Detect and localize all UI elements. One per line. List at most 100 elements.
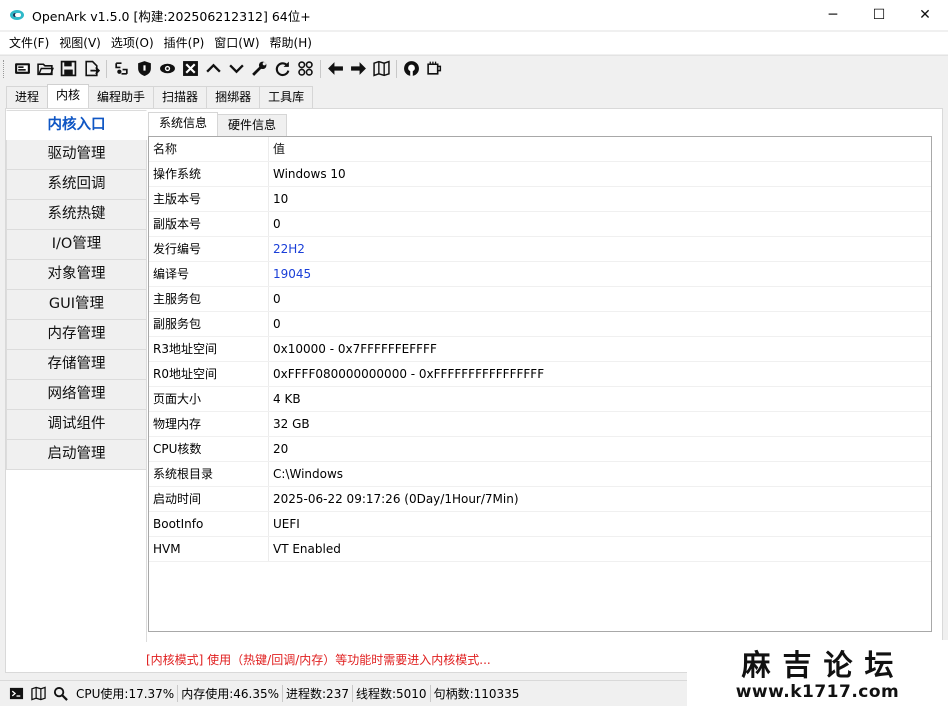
refresh-icon[interactable] (271, 58, 294, 80)
table-row[interactable]: 启动时间 2025-06-22 09:17:26 (0Day/1Hour/7Min… (149, 487, 931, 512)
row-name: 系统根目录 (149, 462, 269, 486)
tab-toolkit[interactable]: 工具库 (259, 86, 314, 108)
table-row[interactable]: 系统根目录 C:\Windows (149, 462, 931, 487)
row-value: C:\Windows (273, 467, 344, 481)
side-item-io[interactable]: I/O管理 (6, 230, 147, 260)
kill-icon[interactable] (179, 58, 202, 80)
side-item-startup[interactable]: 启动管理 (6, 440, 147, 470)
map-icon[interactable] (370, 58, 393, 80)
menu-view[interactable]: 视图(V) (54, 33, 106, 53)
grid-icon[interactable] (294, 58, 317, 80)
cup-icon[interactable] (423, 58, 446, 80)
export-icon[interactable] (80, 58, 103, 80)
side-item-hotkey[interactable]: 系统热键 (6, 200, 147, 230)
row-value: 0 (273, 292, 281, 306)
minimize-button[interactable]: ─ (810, 0, 856, 30)
row-value: 19045 (273, 267, 312, 281)
table-row[interactable]: 操作系统 Windows 10 (149, 162, 931, 187)
system-info-table[interactable]: 名称 值 操作系统 Windows 10 主版本号 10 副版本号 0 发行编号 22H2 编译… (148, 136, 932, 632)
side-item-debug[interactable]: 调试组件 (6, 410, 147, 440)
row-value: 2025-06-22 09:17:26 (0Day/1Hour/7Min) (273, 492, 519, 506)
side-item-kernel-entry[interactable]: 内核入口 (6, 110, 147, 140)
menu-help[interactable]: 帮助(H) (265, 33, 317, 53)
row-name: 启动时间 (149, 487, 269, 511)
table-row[interactable]: 副服务包 0 (149, 312, 931, 337)
cpu-usage: CPU使用:17.37% (73, 685, 179, 702)
side-nav-empty-area (6, 470, 147, 642)
row-value: 22H2 (273, 242, 305, 256)
table-row[interactable]: 物理内存 32 GB (149, 412, 931, 437)
side-item-callback[interactable]: 系统回调 (6, 170, 147, 200)
row-name: R0地址空间 (149, 362, 269, 386)
row-value: Windows 10 (273, 167, 346, 181)
side-item-driver[interactable]: 驱动管理 (6, 140, 147, 170)
column-header-name[interactable]: 名称 (149, 137, 269, 161)
row-name: 副版本号 (149, 212, 269, 236)
toolbar-grip[interactable] (3, 59, 6, 78)
tab-bundler[interactable]: 捆绑器 (206, 86, 261, 108)
search-icon[interactable] (51, 685, 69, 703)
tab-system-info[interactable]: 系统信息 (148, 112, 219, 136)
toolbar (0, 55, 948, 81)
side-item-storage[interactable]: 存储管理 (6, 350, 147, 380)
table-row[interactable]: 副版本号 0 (149, 212, 931, 237)
table-row[interactable]: 页面大小 4 KB (149, 387, 931, 412)
app-logo-icon (9, 7, 25, 23)
row-value: UEFI (273, 517, 300, 531)
back-icon[interactable] (324, 58, 347, 80)
menu-bar: 文件(F) 视图(V) 选项(O) 插件(P) 窗口(W) 帮助(H) (0, 32, 948, 54)
table-row[interactable]: R3地址空间 0x10000 - 0x7FFFFFFEFFFF (149, 337, 931, 362)
down-icon[interactable] (225, 58, 248, 80)
side-item-network[interactable]: 网络管理 (6, 380, 147, 410)
process-count: 进程数:237 (283, 685, 353, 702)
side-item-object[interactable]: 对象管理 (6, 260, 147, 290)
handle-count: 句柄数:110335 (433, 687, 520, 701)
row-name: 发行编号 (149, 237, 269, 261)
column-header-value[interactable]: 值 (269, 137, 285, 161)
row-name: BootInfo (149, 512, 269, 536)
title-bar: OpenArk v1.5.0 [构建:202506212312] 64位+ ─ … (0, 0, 948, 30)
table-row[interactable]: HVM VT Enabled (149, 537, 931, 562)
window-title: OpenArk v1.5.0 [构建:202506212312] 64位+ (32, 8, 311, 24)
table-row[interactable]: CPU核数 20 (149, 437, 931, 462)
row-name: CPU核数 (149, 437, 269, 461)
table-row[interactable]: 发行编号 22H2 (149, 237, 931, 262)
map-icon[interactable] (29, 685, 47, 703)
github-icon[interactable] (400, 58, 423, 80)
tab-hardware-info[interactable]: 硬件信息 (217, 114, 288, 136)
menu-window[interactable]: 窗口(W) (209, 33, 264, 53)
link-icon[interactable] (110, 58, 133, 80)
row-value: 4 KB (273, 392, 301, 406)
table-row[interactable]: 主版本号 10 (149, 187, 931, 212)
up-icon[interactable] (202, 58, 225, 80)
tab-coding-assistant[interactable]: 编程助手 (88, 86, 155, 108)
side-item-memory[interactable]: 内存管理 (6, 320, 147, 350)
maximize-button[interactable]: ☐ (856, 0, 902, 30)
row-name: HVM (149, 537, 269, 561)
memory-usage: 内存使用:46.35% (178, 685, 284, 702)
table-row[interactable]: 编译号 19045 (149, 262, 931, 287)
open-folder-icon[interactable] (34, 58, 57, 80)
menu-plugins[interactable]: 插件(P) (159, 33, 210, 53)
table-row[interactable]: R0地址空间 0xFFFF080000000000 - 0xFFFFFFFFFFF… (149, 362, 931, 387)
forward-icon[interactable] (347, 58, 370, 80)
row-name: 页面大小 (149, 387, 269, 411)
tab-scanner[interactable]: 扫描器 (153, 86, 208, 108)
window-controls: ─ ☐ ✕ (810, 0, 948, 30)
terminal-icon[interactable] (7, 685, 25, 703)
shield-icon[interactable] (133, 58, 156, 80)
tab-kernel[interactable]: 内核 (47, 84, 90, 108)
close-button[interactable]: ✕ (902, 0, 948, 30)
eye-icon[interactable] (156, 58, 179, 80)
menu-file[interactable]: 文件(F) (4, 33, 54, 53)
table-row[interactable]: 主服务包 0 (149, 287, 931, 312)
console-icon[interactable] (11, 58, 34, 80)
menu-options[interactable]: 选项(O) (106, 33, 159, 53)
toolbar-separator (396, 59, 397, 78)
tab-process[interactable]: 进程 (6, 86, 49, 108)
kernel-mode-tip: [内核模式] 使用（热键/回调/内存）等功能时需要进入内核模式... (146, 653, 491, 667)
save-icon[interactable] (57, 58, 80, 80)
side-item-gui[interactable]: GUI管理 (6, 290, 147, 320)
table-row[interactable]: BootInfo UEFI (149, 512, 931, 537)
wrench-icon[interactable] (248, 58, 271, 80)
